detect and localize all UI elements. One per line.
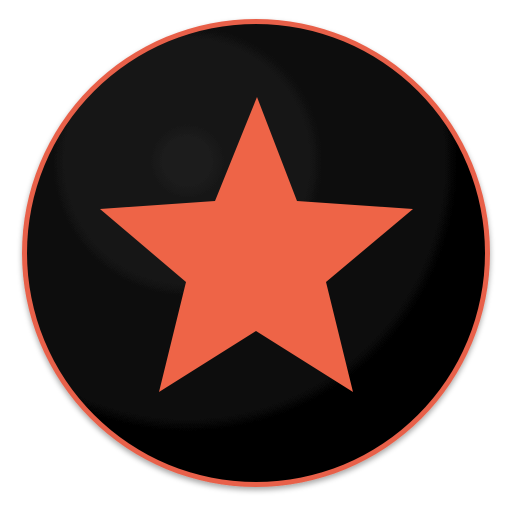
- app-icon-graphic: [22, 19, 490, 487]
- app-icon: [0, 0, 512, 512]
